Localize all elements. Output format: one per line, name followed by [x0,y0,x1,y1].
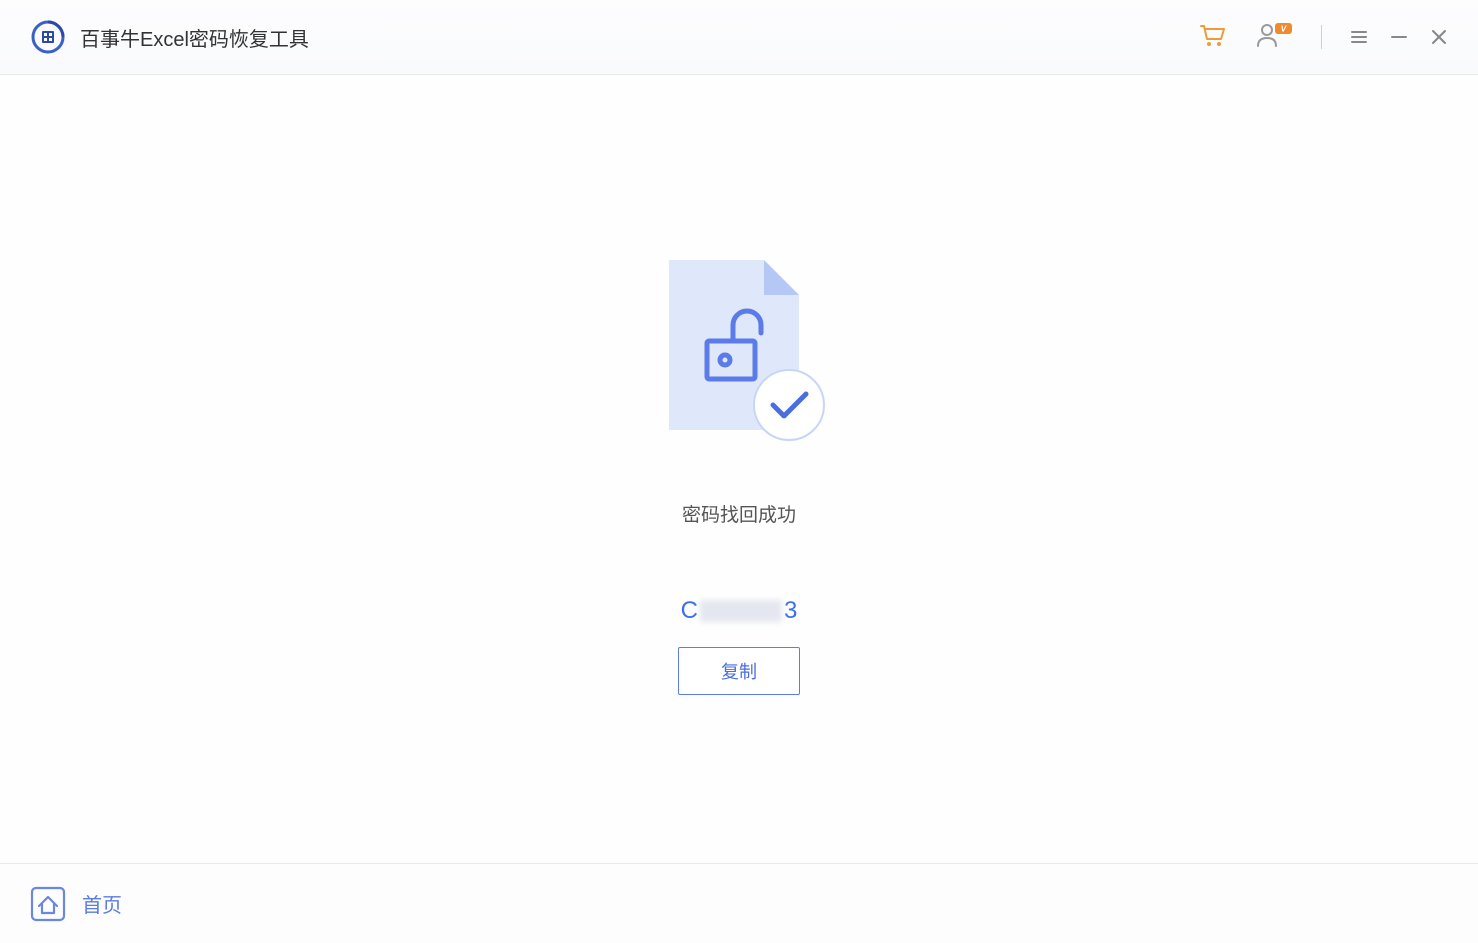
home-label: 首页 [82,889,122,918]
minimize-icon[interactable] [1390,28,1408,46]
cart-icon[interactable] [1197,20,1227,55]
header-left: 百事牛Excel密码恢复工具 [30,19,309,55]
copy-button[interactable]: 复制 [678,647,800,695]
recovered-password: C 3 [681,597,798,625]
main-content: 密码找回成功 C 3 复制 [0,75,1478,863]
header-right: V [1197,20,1448,55]
password-masked-region [700,600,782,622]
password-prefix: C [681,597,698,625]
user-vip-icon[interactable]: V [1255,20,1293,55]
window-controls [1350,28,1448,46]
header-divider [1321,25,1322,49]
app-title: 百事牛Excel密码恢复工具 [80,23,309,52]
close-icon[interactable] [1430,28,1448,46]
menu-icon[interactable] [1350,28,1368,46]
password-suffix: 3 [784,597,797,625]
success-message: 密码找回成功 [682,500,796,527]
app-logo-icon [30,19,66,55]
titlebar: 百事牛Excel密码恢复工具 V [0,0,1478,75]
home-icon [28,884,68,924]
document-unlocked-icon [649,255,829,445]
home-link[interactable]: 首页 [28,884,122,924]
footer: 首页 [0,863,1478,943]
